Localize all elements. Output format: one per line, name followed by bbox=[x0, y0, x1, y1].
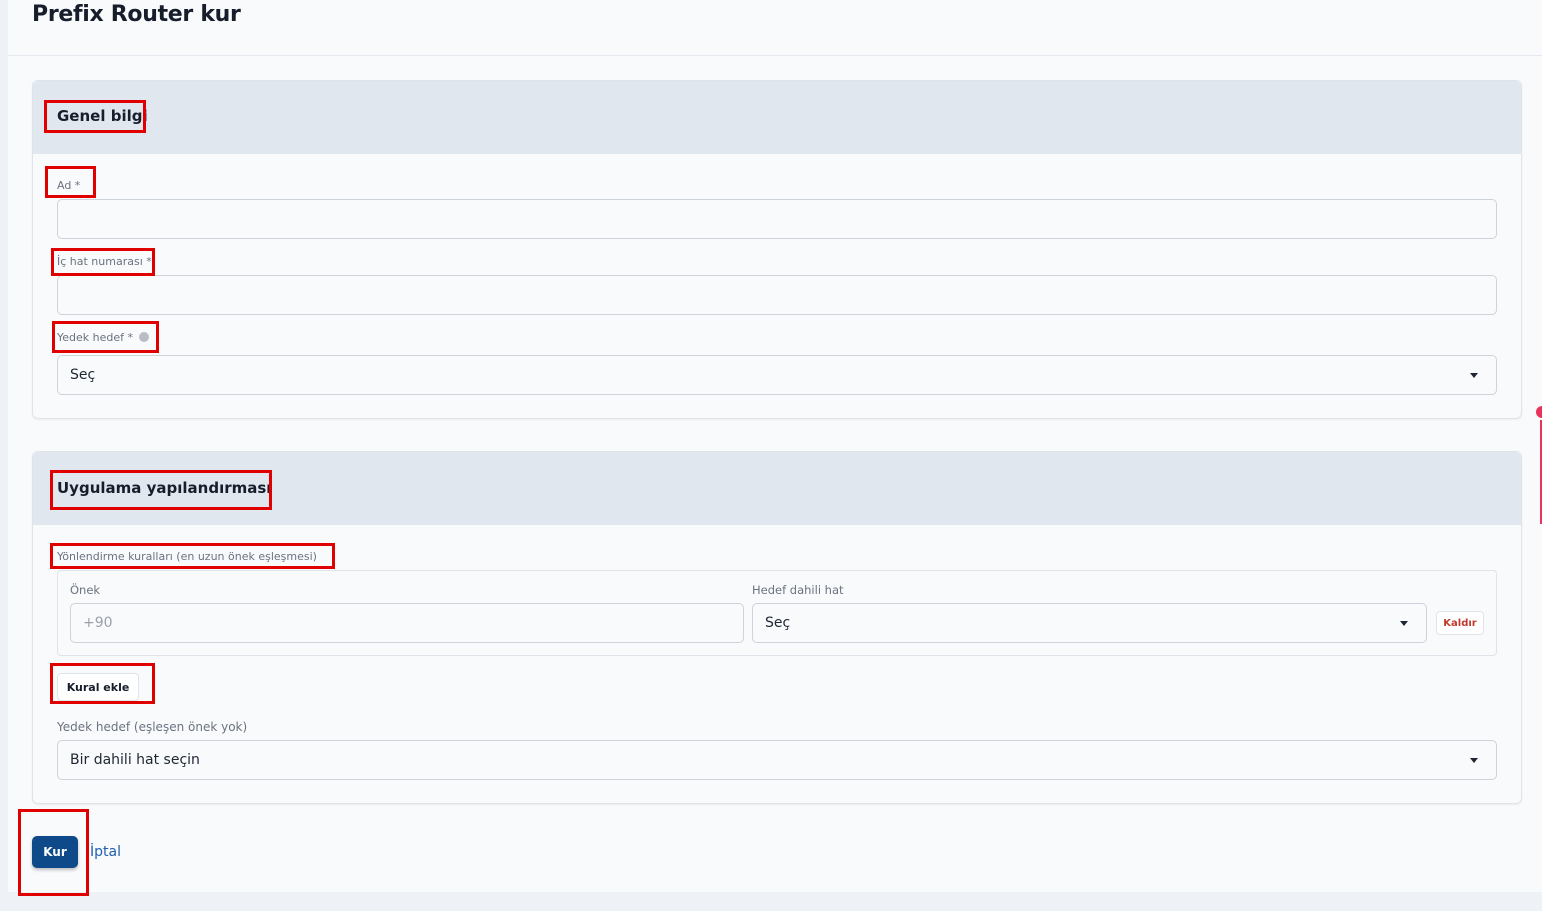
name-label: Ad * bbox=[57, 179, 81, 192]
remove-rule-button[interactable]: Kaldır bbox=[1436, 611, 1484, 635]
app-config-title: Uygulama yapılandırması bbox=[57, 479, 272, 497]
fallback-label: Yedek hedef * bbox=[57, 331, 134, 344]
cancel-link[interactable]: İptal bbox=[90, 844, 121, 860]
chevron-down-icon bbox=[1470, 372, 1478, 378]
extension-label: İç hat numarası * bbox=[57, 255, 152, 268]
app-config-header: Uygulama yapılandırması bbox=[33, 452, 1521, 525]
fallback-select[interactable]: Seç bbox=[57, 355, 1497, 395]
name-input[interactable] bbox=[57, 199, 1497, 239]
submit-button[interactable]: Kur bbox=[32, 836, 78, 868]
target-extension-select[interactable]: Seç bbox=[752, 603, 1427, 643]
prefix-input[interactable] bbox=[70, 603, 744, 643]
notification-dot bbox=[1536, 406, 1542, 418]
page: Prefix Router kur Genel bilgi Ad * İç ha… bbox=[8, 0, 1542, 892]
chevron-down-icon bbox=[1400, 620, 1408, 626]
default-target-value: Bir dahili hat seçin bbox=[70, 752, 200, 768]
default-target-label: Yedek hedef (eşleşen önek yok) bbox=[57, 720, 248, 734]
default-target-select[interactable]: Bir dahili hat seçin bbox=[57, 740, 1497, 780]
extension-input[interactable] bbox=[57, 275, 1497, 315]
target-extension-value: Seç bbox=[765, 615, 791, 631]
page-title: Prefix Router kur bbox=[32, 2, 241, 27]
info-icon[interactable] bbox=[139, 332, 150, 342]
routing-rules-label: Yönlendirme kuralları (en uzun önek eşle… bbox=[57, 550, 317, 563]
add-rule-button[interactable]: Kural ekle bbox=[57, 673, 139, 701]
general-info-header: Genel bilgi bbox=[33, 81, 1521, 154]
general-info-title: Genel bilgi bbox=[57, 107, 148, 125]
prefix-label: Önek bbox=[70, 583, 101, 597]
chevron-down-icon bbox=[1470, 757, 1478, 763]
target-extension-label: Hedef dahili hat bbox=[752, 583, 844, 597]
general-info-card: Genel bilgi Ad * İç hat numarası * Yedek… bbox=[32, 80, 1522, 419]
app-config-card: Uygulama yapılandırması Yönlendirme kura… bbox=[32, 451, 1522, 804]
fallback-select-value: Seç bbox=[70, 367, 96, 383]
rule-row: Önek Hedef dahili hat Seç Kaldır bbox=[57, 570, 1497, 656]
page-header: Prefix Router kur bbox=[8, 0, 1542, 56]
fallback-label-wrap: Yedek hedef * bbox=[57, 331, 150, 344]
